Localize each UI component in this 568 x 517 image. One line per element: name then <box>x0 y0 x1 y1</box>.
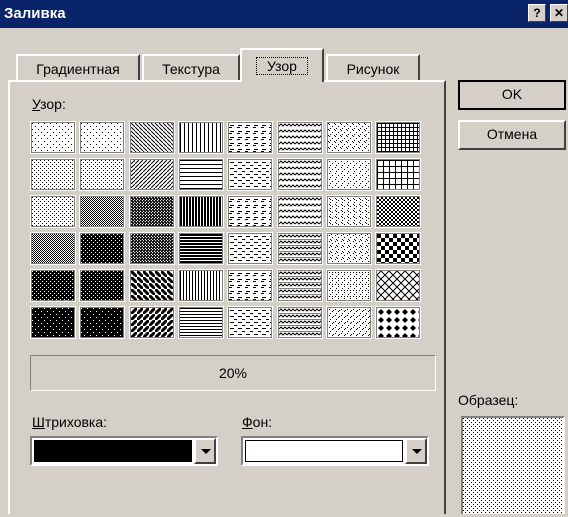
pattern-cell-dots-70[interactable] <box>30 269 76 302</box>
pattern-cell-small-brick[interactable] <box>227 232 274 265</box>
pattern-cell-small-wave[interactable] <box>276 121 323 154</box>
pattern-cell-sm-dots-sparse[interactable] <box>227 269 274 302</box>
pattern-label: Узор: <box>32 96 66 112</box>
selected-pattern-name: 20% <box>30 355 436 391</box>
pattern-cell-lg-checker[interactable] <box>375 232 422 265</box>
pattern-cell-dots-80[interactable] <box>30 306 76 339</box>
pattern-cell-sm-checker[interactable] <box>375 195 422 228</box>
background-dropdown-arrow-icon[interactable] <box>405 438 427 464</box>
pattern-cell-outlined-diamond[interactable] <box>375 269 422 302</box>
sample-preview <box>461 416 565 514</box>
pattern-cell-solid-diamond[interactable] <box>375 306 422 339</box>
pattern-cell-dots-40[interactable] <box>79 195 126 228</box>
pattern-cell-plaid[interactable] <box>276 306 323 339</box>
pattern-cell-dk-down-diag[interactable] <box>128 195 175 228</box>
sample-pattern <box>463 418 563 514</box>
background-color-swatch <box>245 440 403 462</box>
foreground-label: Штриховка: <box>32 414 108 430</box>
pattern-cell-dots-90[interactable] <box>79 306 126 339</box>
pattern-cell-dots-50[interactable] <box>30 232 76 265</box>
pattern-cell-wd-up-diag[interactable] <box>128 306 175 339</box>
pattern-cell-large-grid[interactable] <box>375 158 422 191</box>
pattern-cell-small-grid[interactable] <box>375 121 422 154</box>
pattern-cell-dashed-horizontal[interactable] <box>227 195 274 228</box>
cancel-button[interactable]: Отмена <box>458 120 566 150</box>
pattern-cell-dk-horizontal[interactable] <box>177 232 224 265</box>
pattern-cell-dashed-down-diag[interactable] <box>227 121 274 154</box>
pattern-cell-dotted-grid[interactable] <box>325 195 372 228</box>
ok-button[interactable]: OK <box>458 80 566 110</box>
pattern-cell-large-confetti[interactable] <box>325 158 372 191</box>
pattern-cell-small-confetti[interactable] <box>325 121 372 154</box>
pattern-cell-lt-down-diag[interactable] <box>128 121 175 154</box>
pattern-cell-narrow-horizontal[interactable] <box>177 306 224 339</box>
pattern-cell-dots-75[interactable] <box>79 269 126 302</box>
pattern-cell-dk-up-diag[interactable] <box>128 232 175 265</box>
pattern-cell-narrow-vertical[interactable] <box>177 269 224 302</box>
pattern-cell-horiz-brick[interactable] <box>276 232 323 265</box>
pattern-cell-wave[interactable] <box>276 158 323 191</box>
pattern-cell-shingle[interactable] <box>325 306 372 339</box>
foreground-color-select[interactable] <box>30 436 218 466</box>
pattern-cell-divot[interactable] <box>325 269 372 302</box>
help-button[interactable]: ? <box>528 4 546 22</box>
tab-texture[interactable]: Текстура <box>142 54 240 80</box>
pattern-cell-dashed-up-diag[interactable] <box>227 158 274 191</box>
pattern-cell-dots-20[interactable] <box>30 158 76 191</box>
pattern-cell-dk-vertical[interactable] <box>177 195 224 228</box>
pattern-cell-dots-30[interactable] <box>30 195 76 228</box>
tab-gradient[interactable]: Градиентная <box>16 54 140 80</box>
pattern-cell-dots-10[interactable] <box>79 121 126 154</box>
pattern-cell-wd-down-diag[interactable] <box>128 269 175 302</box>
pattern-cell-lt-horizontal[interactable] <box>177 158 224 191</box>
pattern-cell-weave[interactable] <box>325 232 372 265</box>
sample-label: Образец: <box>458 392 519 408</box>
pattern-cell-large-dots[interactable] <box>227 306 274 339</box>
background-color-select[interactable] <box>241 436 429 466</box>
pattern-cell-dots-25[interactable] <box>79 158 126 191</box>
foreground-dropdown-arrow-icon[interactable] <box>194 438 216 464</box>
foreground-color-swatch <box>34 440 192 462</box>
pattern-cell-zigzag[interactable] <box>276 195 323 228</box>
close-button[interactable]: ✕ <box>550 4 568 22</box>
title-bar: Заливка ? ✕ <box>0 0 568 28</box>
pattern-cell-lt-vertical[interactable] <box>177 121 224 154</box>
tab-pattern[interactable]: Узор <box>240 48 324 82</box>
window-title: Заливка <box>4 5 66 22</box>
background-label: Фон: <box>242 414 273 430</box>
pattern-cell-dots-5[interactable] <box>30 121 76 154</box>
pattern-cell-lt-up-diag[interactable] <box>128 158 175 191</box>
pattern-cell-dots-60[interactable] <box>79 232 126 265</box>
tab-picture[interactable]: Рисунок <box>326 54 420 80</box>
pattern-cell-diag-brick[interactable] <box>276 269 323 302</box>
